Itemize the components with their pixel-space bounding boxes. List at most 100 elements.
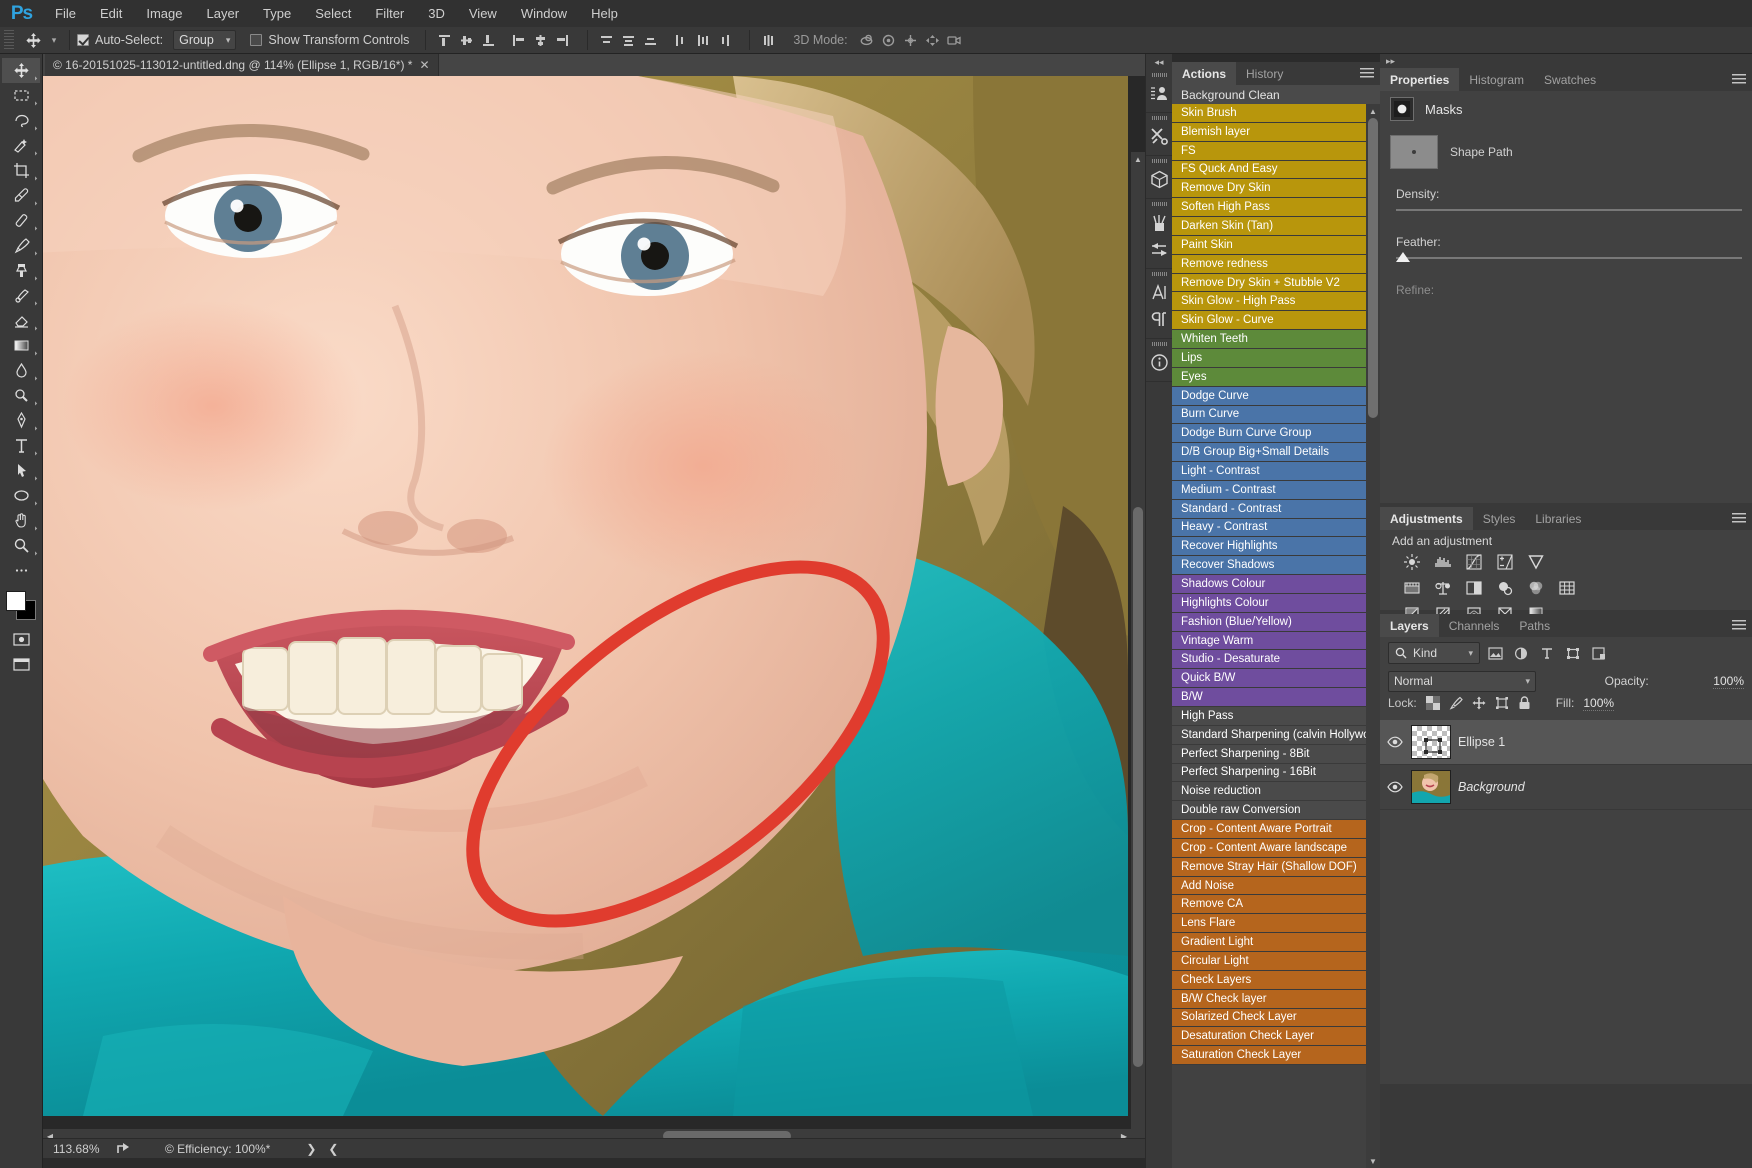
- tab-libraries[interactable]: Libraries: [1525, 507, 1592, 530]
- action-row[interactable]: Noise reduction: [1172, 782, 1366, 802]
- color-balance-icon[interactable]: [1433, 578, 1452, 597]
- lock-transparent-pixels-icon[interactable]: [1425, 696, 1440, 710]
- mask-thumbnail[interactable]: [1390, 135, 1438, 169]
- tab-channels[interactable]: Channels: [1438, 614, 1510, 637]
- auto-select-check-box-icon[interactable]: [77, 34, 89, 46]
- tool-type[interactable]: [2, 433, 40, 458]
- info-panel-icon[interactable]: [1146, 349, 1173, 376]
- history-actions-icon[interactable]: [1146, 80, 1173, 107]
- hue-saturation-icon[interactable]: [1402, 578, 1421, 597]
- menu-edit[interactable]: Edit: [88, 0, 134, 27]
- layer-visibility-icon[interactable]: [1386, 736, 1404, 748]
- menu-select[interactable]: Select: [303, 0, 363, 27]
- distribute-horizontal-centers-button[interactable]: [691, 29, 713, 51]
- 3d-orbit-icon[interactable]: [856, 29, 878, 51]
- action-row[interactable]: Crop - Content Aware landscape: [1172, 838, 1366, 858]
- layer-name[interactable]: Background: [1458, 780, 1525, 794]
- lock-all-icon[interactable]: [1518, 696, 1531, 710]
- tool-pen[interactable]: [2, 408, 40, 433]
- lock-image-pixels-icon[interactable]: [1449, 696, 1463, 710]
- actions-scroll-thumb[interactable]: [1368, 118, 1378, 418]
- tab-properties[interactable]: Properties: [1380, 68, 1460, 91]
- action-row[interactable]: Double raw Conversion: [1172, 801, 1366, 821]
- tool-clone-stamp[interactable]: [2, 258, 40, 283]
- scroll-up-icon[interactable]: ▲: [1366, 104, 1380, 118]
- tab-adjustments[interactable]: Adjustments: [1380, 507, 1473, 530]
- action-row[interactable]: Dodge Curve: [1172, 386, 1366, 406]
- tool-lasso[interactable]: [2, 108, 40, 133]
- actions-list[interactable]: Skin Brush Blemish layer FS FS Quck And Eas…: [1172, 104, 1366, 1066]
- distribute-top-edges-button[interactable]: [595, 29, 617, 51]
- tab-history[interactable]: History: [1236, 62, 1294, 85]
- action-row[interactable]: Burn Curve: [1172, 405, 1366, 425]
- tab-actions[interactable]: Actions: [1172, 62, 1237, 85]
- feather-slider[interactable]: [1396, 252, 1742, 263]
- tab-styles[interactable]: Styles: [1472, 507, 1526, 530]
- tab-layers[interactable]: Layers: [1380, 614, 1439, 637]
- action-row[interactable]: Remove redness: [1172, 254, 1366, 274]
- menu-3d[interactable]: 3D: [416, 0, 457, 27]
- character-panel-icon[interactable]: [1146, 279, 1173, 306]
- action-row[interactable]: Skin Glow - Curve: [1172, 311, 1366, 331]
- filter-pixel-layers-icon[interactable]: [1484, 643, 1506, 663]
- tab-swatches[interactable]: Swatches: [1534, 68, 1607, 91]
- lock-position-icon[interactable]: [1472, 696, 1486, 710]
- tool-crop[interactable]: [2, 158, 40, 183]
- options-bar-grip[interactable]: [4, 30, 14, 50]
- action-row[interactable]: Standard Sharpening (calvin Hollywood): [1172, 725, 1366, 745]
- mask-thumbnail-row[interactable]: Shape Path: [1390, 135, 1742, 169]
- action-row[interactable]: Recover Highlights: [1172, 537, 1366, 557]
- layer-name[interactable]: Ellipse 1: [1458, 735, 1505, 749]
- action-row[interactable]: Add Noise: [1172, 876, 1366, 896]
- collapse-dock-icon[interactable]: ▸▸: [1380, 54, 1752, 68]
- canvas-vertical-scrollbar[interactable]: ▲ ▼: [1131, 152, 1145, 1143]
- image-canvas[interactable]: [43, 76, 1128, 1116]
- tool-dodge[interactable]: [2, 383, 40, 408]
- menu-help[interactable]: Help: [579, 0, 630, 27]
- panel-menu-icon[interactable]: [1732, 620, 1746, 631]
- show-transform-controls-checkbox[interactable]: Show Transform Controls: [250, 33, 409, 47]
- action-row[interactable]: Skin Brush: [1172, 104, 1366, 123]
- action-row[interactable]: High Pass: [1172, 707, 1366, 726]
- tool-eyedropper[interactable]: [2, 183, 40, 208]
- black-white-icon[interactable]: [1464, 578, 1483, 597]
- density-slider[interactable]: [1396, 205, 1742, 215]
- tool-path-selection[interactable]: [2, 458, 40, 483]
- tool-more[interactable]: [2, 558, 40, 583]
- menu-type[interactable]: Type: [251, 0, 303, 27]
- rail-drag-handle[interactable]: [1152, 202, 1167, 206]
- action-row[interactable]: Highlights Colour: [1172, 593, 1366, 613]
- action-row[interactable]: Gradient Light: [1172, 933, 1366, 952]
- align-vertical-centers-button[interactable]: [455, 29, 477, 51]
- tool-gradient[interactable]: [2, 333, 40, 358]
- color-swatches[interactable]: [4, 589, 38, 621]
- rail-drag-handle[interactable]: [1152, 272, 1167, 276]
- tool-blur[interactable]: [2, 358, 40, 383]
- tool-hand[interactable]: [2, 508, 40, 533]
- action-row[interactable]: Fashion (Blue/Yellow): [1172, 612, 1366, 632]
- layer-row-ellipse-1[interactable]: Ellipse 1: [1380, 720, 1752, 765]
- action-row[interactable]: Perfect Sharpening - 16Bit: [1172, 763, 1366, 783]
- tool-rectangular-marquee[interactable]: [2, 83, 40, 108]
- action-row[interactable]: Recover Shadows: [1172, 556, 1366, 576]
- action-row[interactable]: Check Layers: [1172, 970, 1366, 990]
- action-row[interactable]: Blemish layer: [1172, 122, 1366, 142]
- action-row[interactable]: Paint Skin: [1172, 235, 1366, 255]
- vertical-scroll-thumb[interactable]: [1133, 507, 1143, 1067]
- quick-mask-toggle[interactable]: [2, 627, 40, 652]
- layer-thumbnail[interactable]: [1411, 770, 1451, 804]
- action-row[interactable]: D/B Group Big+Small Details: [1172, 443, 1366, 463]
- action-row[interactable]: Dodge Burn Curve Group: [1172, 424, 1366, 444]
- action-row[interactable]: Lips: [1172, 348, 1366, 368]
- menu-filter[interactable]: Filter: [363, 0, 416, 27]
- rail-drag-handle[interactable]: [1152, 73, 1167, 77]
- tab-histogram[interactable]: Histogram: [1459, 68, 1535, 91]
- channel-mixer-icon[interactable]: [1526, 578, 1545, 597]
- expand-panels-icon[interactable]: ◂◂: [1146, 54, 1172, 70]
- action-row[interactable]: Soften High Pass: [1172, 198, 1366, 218]
- exposure-icon[interactable]: [1495, 552, 1514, 571]
- scroll-down-icon[interactable]: ▼: [1366, 1154, 1380, 1168]
- action-row[interactable]: Standard - Contrast: [1172, 499, 1366, 519]
- action-row[interactable]: Perfect Sharpening - 8Bit: [1172, 744, 1366, 764]
- action-row[interactable]: Lens Flare: [1172, 914, 1366, 934]
